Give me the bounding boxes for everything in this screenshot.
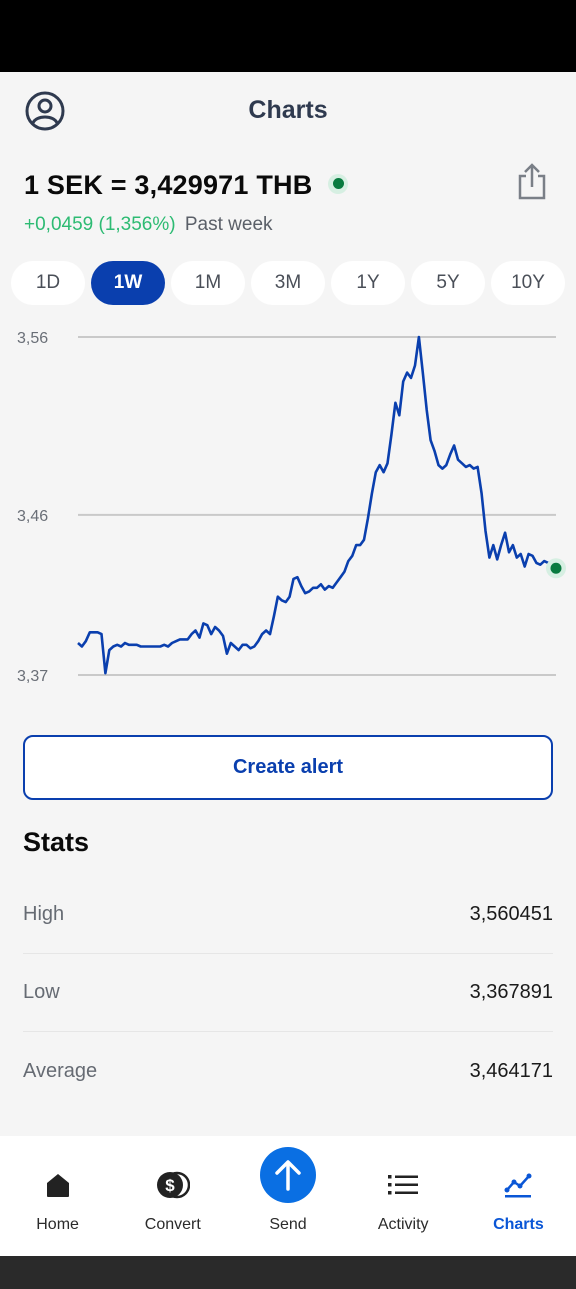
range-3m[interactable]: 3M (251, 261, 325, 305)
bottom-navigation: Home $ Convert Send Activity Charts (0, 1136, 576, 1256)
create-alert-button[interactable]: Create alert (23, 735, 553, 800)
nav-send[interactable]: Send (230, 1136, 345, 1256)
page-title: Charts (248, 96, 328, 124)
stat-row-high: High 3,560451 (23, 876, 553, 954)
stat-label: Average (23, 1059, 98, 1082)
stat-label: High (23, 903, 65, 925)
series-line (77, 335, 557, 675)
nav-charts[interactable]: Charts (461, 1136, 576, 1256)
exchange-rate: 1 SEK = 3,429971 THB (24, 170, 313, 200)
send-icon (275, 1160, 301, 1191)
nav-label-send: Send (269, 1216, 307, 1233)
range-1d[interactable]: 1D (11, 261, 85, 305)
nav-label-activity: Activity (377, 1216, 429, 1233)
y-tick-label: 3,56 (17, 330, 48, 347)
y-tick-label: 3,46 (17, 508, 48, 525)
nav-label-convert: Convert (144, 1216, 201, 1233)
stat-value: 3,367891 (469, 981, 553, 1003)
rate-change: +0,0459 (1,356%) Past week (24, 214, 273, 236)
live-indicator (328, 173, 349, 194)
share-button[interactable] (514, 162, 550, 202)
stat-value: 3,560451 (469, 903, 553, 925)
range-1m[interactable]: 1M (171, 261, 245, 305)
nav-convert[interactable]: $ Convert (115, 1136, 230, 1256)
charts-icon (504, 1173, 532, 1198)
range-5y[interactable]: 5Y (411, 261, 485, 305)
header: Charts (0, 72, 576, 150)
stat-row-low: Low 3,367891 (23, 954, 553, 1032)
stats-list: High 3,560451 Low 3,367891 Average 3,464171 (23, 876, 553, 1110)
home-icon (46, 1174, 69, 1197)
range-selector: 1D 1W 1M 3M 1Y 5Y 10Y (11, 261, 565, 305)
range-1w[interactable]: 1W (91, 261, 165, 305)
nav-label-home: Home (36, 1216, 79, 1233)
svg-text:$: $ (165, 1176, 175, 1195)
convert-icon: $ (156, 1171, 190, 1199)
change-value: +0,0459 (1,356%) (24, 214, 176, 235)
y-tick-label: 3,37 (17, 668, 48, 685)
last-point (550, 562, 562, 574)
status-bar (0, 0, 576, 72)
share-icon (518, 163, 546, 200)
stat-row-average: Average 3,464171 (23, 1032, 553, 1110)
rate-chart: 3,56 3,46 3,37 (17, 330, 566, 685)
change-period: Past week (184, 214, 273, 235)
range-10y[interactable]: 10Y (491, 261, 565, 305)
nav-label-charts: Charts (493, 1216, 544, 1233)
stat-label: Low (23, 981, 60, 1003)
activity-icon (388, 1175, 419, 1195)
stat-value: 3,464171 (469, 1059, 553, 1082)
stats-title: Stats (23, 827, 90, 857)
nav-activity[interactable]: Activity (346, 1136, 461, 1256)
rate-row: 1 SEK = 3,429971 THB (24, 170, 349, 201)
nav-home[interactable]: Home (0, 1136, 115, 1256)
range-1y[interactable]: 1Y (331, 261, 405, 305)
system-home-bar (0, 1256, 576, 1289)
